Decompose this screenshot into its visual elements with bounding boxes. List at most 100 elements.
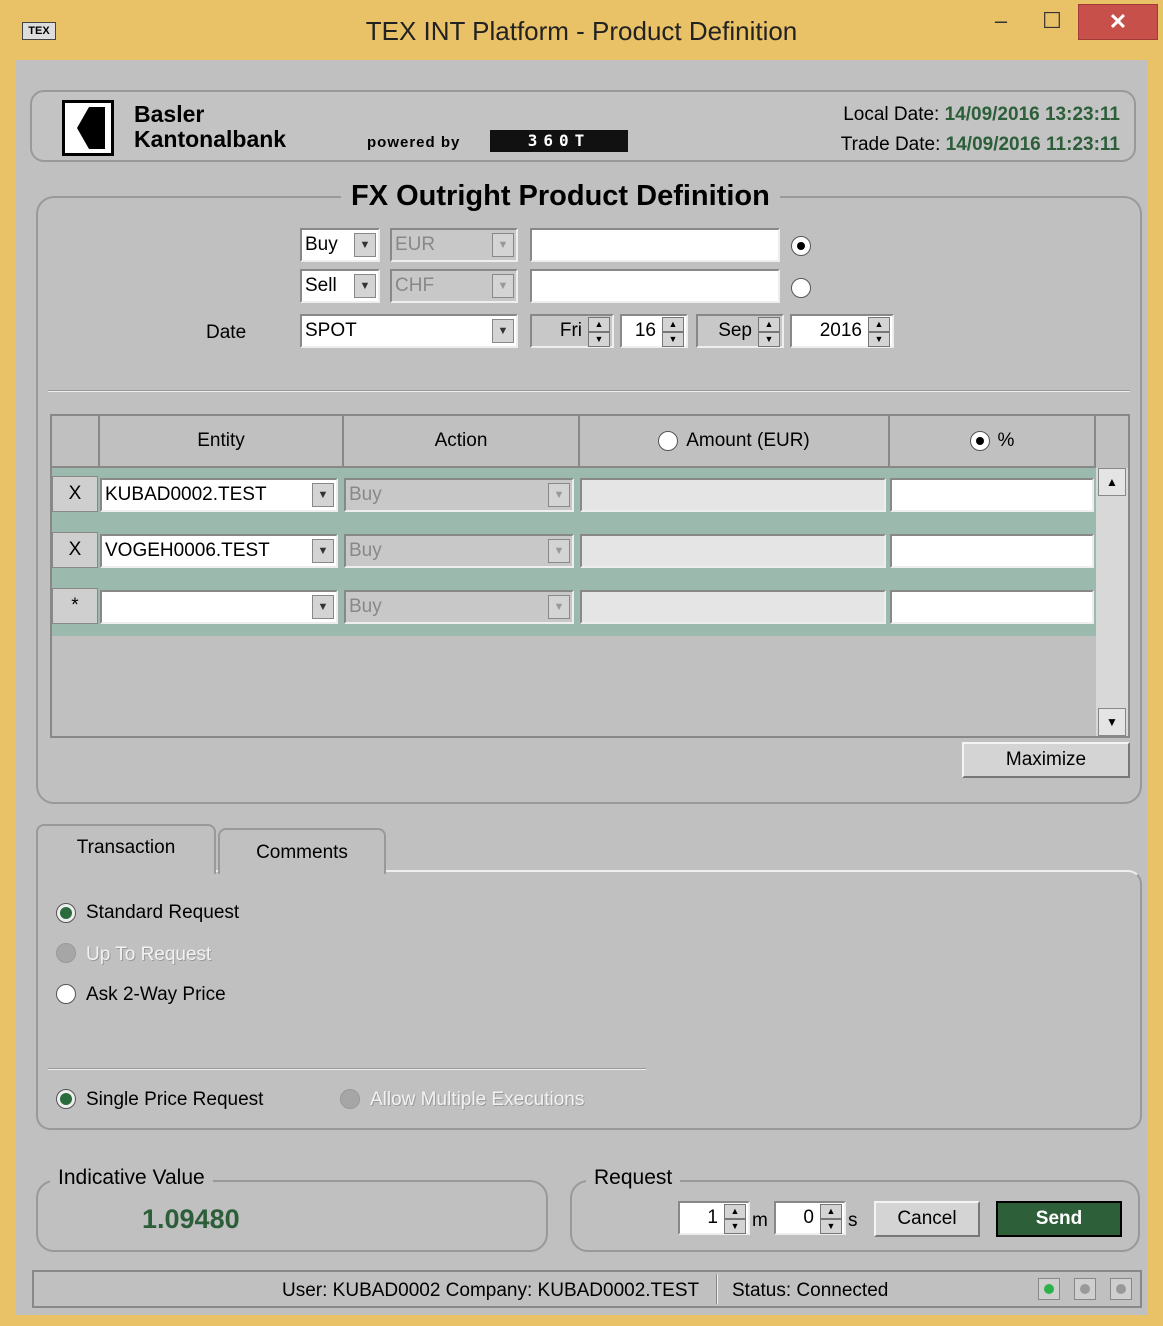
scroll-down-icon[interactable]: ▼ — [1098, 708, 1126, 736]
chevron-down-icon[interactable]: ▼ — [312, 595, 334, 619]
two-way-price-label[interactable]: Ask 2-Way Price — [86, 984, 226, 1006]
percent-input[interactable] — [890, 590, 1094, 624]
day-of-week-value: Fri — [559, 320, 582, 341]
spin-up-icon[interactable]: ▲ — [662, 317, 684, 332]
day-spinner[interactable]: 16 ▲ ▼ — [620, 314, 688, 348]
chevron-down-icon[interactable]: ▼ — [312, 539, 334, 563]
cancel-button[interactable]: Cancel — [874, 1201, 980, 1237]
transaction-divider — [48, 1068, 646, 1070]
send-button[interactable]: Send — [996, 1201, 1122, 1237]
single-price-label[interactable]: Single Price Request — [86, 1089, 263, 1111]
grid-scrollbar[interactable]: ▲ ▼ — [1096, 468, 1128, 736]
bank-logo-icon — [62, 100, 114, 156]
table-row: X KUBAD0002.TEST ▼ Buy ▼ — [52, 468, 1096, 524]
minimize-button[interactable]: – — [978, 4, 1024, 40]
leg2-amount-radio[interactable] — [791, 278, 811, 298]
entity-select[interactable]: VOGEH0006.TEST ▼ — [100, 534, 338, 568]
leg1-currency-select: EUR ▼ — [390, 228, 518, 262]
status-separator — [716, 1274, 718, 1304]
spin-down-icon[interactable]: ▼ — [662, 332, 684, 347]
chevron-down-icon[interactable]: ▼ — [354, 233, 376, 257]
spin-up-icon[interactable]: ▲ — [588, 317, 610, 332]
leg2-amount-input[interactable] — [530, 269, 780, 303]
standard-request-radio[interactable] — [56, 903, 76, 923]
month-spinner[interactable]: Sep ▲ ▼ — [696, 314, 784, 348]
action-select: Buy ▼ — [344, 534, 574, 568]
date-label: Date — [206, 322, 247, 343]
amount-mode-radio[interactable] — [658, 430, 679, 451]
year-spinner[interactable]: 2016 ▲ ▼ — [790, 314, 894, 348]
amount-input — [580, 478, 886, 512]
leg2-currency-value: CHF — [395, 275, 435, 296]
request-label: Request — [586, 1166, 681, 1190]
spin-up-icon[interactable]: ▲ — [868, 317, 890, 332]
request-minutes-spinner[interactable]: 1 ▲ ▼ — [678, 1201, 750, 1235]
day-value: 16 — [634, 320, 656, 341]
new-row-marker: * — [52, 588, 98, 624]
title-bar[interactable]: TEX TEX INT Platform - Product Definitio… — [0, 0, 1163, 60]
spin-up-icon[interactable]: ▲ — [820, 1204, 842, 1219]
spin-up-icon[interactable]: ▲ — [758, 317, 780, 332]
tab-transaction[interactable]: Transaction — [36, 824, 216, 874]
section-divider — [48, 390, 1130, 392]
leg1-side-value: Buy — [305, 234, 338, 255]
spin-down-icon[interactable]: ▼ — [724, 1219, 746, 1234]
bank-name: Basler Kantonalbank — [134, 102, 286, 152]
close-button[interactable]: ✕ — [1078, 4, 1158, 40]
table-row-new: * ▼ Buy ▼ — [52, 580, 1096, 636]
spin-down-icon[interactable]: ▼ — [758, 332, 780, 347]
entity-column-header: Entity — [100, 416, 344, 468]
entity-value: KUBAD0002.TEST — [105, 484, 267, 505]
multiple-executions-checkbox — [340, 1089, 360, 1109]
percent-input[interactable] — [890, 478, 1094, 512]
percent-column-header[interactable]: % — [890, 416, 1096, 468]
trade-date-label: Trade Date: — [840, 134, 941, 155]
spin-down-icon[interactable]: ▼ — [588, 332, 610, 347]
minutes-unit: m — [752, 1210, 768, 1231]
standard-request-label[interactable]: Standard Request — [86, 902, 239, 924]
spin-down-icon[interactable]: ▼ — [820, 1219, 842, 1234]
chevron-down-icon: ▼ — [492, 274, 514, 298]
spin-up-icon[interactable]: ▲ — [724, 1204, 746, 1219]
month-value: Sep — [718, 320, 752, 341]
percent-mode-radio[interactable] — [969, 430, 990, 451]
delete-row-button[interactable]: X — [52, 532, 98, 568]
tab-transaction-label: Transaction — [76, 837, 176, 858]
chevron-down-icon[interactable]: ▼ — [312, 483, 334, 507]
tab-comments[interactable]: Comments — [218, 828, 386, 874]
chevron-down-icon: ▼ — [492, 233, 514, 257]
scroll-up-icon[interactable]: ▲ — [1098, 468, 1126, 496]
status-indicator-icon — [1110, 1278, 1132, 1300]
two-way-price-radio[interactable] — [56, 984, 76, 1004]
day-of-week-spinner[interactable]: Fri ▲ ▼ — [530, 314, 614, 348]
chevron-down-icon: ▼ — [548, 539, 570, 563]
up-to-request-label: Up To Request — [86, 944, 212, 965]
leg2-side-select[interactable]: Sell ▼ — [300, 269, 380, 303]
delete-row-button[interactable]: X — [52, 476, 98, 512]
leg1-amount-input[interactable] — [530, 228, 780, 262]
app-window: TEX TEX INT Platform - Product Definitio… — [0, 0, 1163, 1326]
maximize-window-button[interactable]: ☐ — [1030, 4, 1074, 40]
tenor-value: SPOT — [305, 320, 357, 341]
maximize-button[interactable]: Maximize — [962, 742, 1130, 778]
leg1-side-select[interactable]: Buy ▼ — [300, 228, 380, 262]
percent-input[interactable] — [890, 534, 1094, 568]
single-price-radio[interactable] — [56, 1089, 76, 1109]
leg1-amount-radio[interactable] — [791, 236, 811, 256]
request-seconds-spinner[interactable]: 0 ▲ ▼ — [774, 1201, 846, 1235]
up-to-request-radio — [56, 943, 76, 963]
bank-name-line1: Basler — [134, 101, 205, 127]
chevron-down-icon[interactable]: ▼ — [354, 274, 376, 298]
amount-column-header[interactable]: Amount (EUR) — [580, 416, 890, 468]
chevron-down-icon: ▼ — [548, 483, 570, 507]
indicative-value-label: Indicative Value — [50, 1166, 213, 1190]
powered-by-label: powered by — [367, 134, 461, 151]
spin-down-icon[interactable]: ▼ — [868, 332, 890, 347]
entity-select[interactable]: KUBAD0002.TEST ▼ — [100, 478, 338, 512]
entity-select[interactable]: ▼ — [100, 590, 338, 624]
tenor-select[interactable]: SPOT ▼ — [300, 314, 518, 348]
seconds-unit: s — [848, 1210, 858, 1231]
leg2-side-value: Sell — [305, 275, 337, 296]
product-title: FX Outright Product Definition — [341, 180, 780, 213]
chevron-down-icon[interactable]: ▼ — [492, 319, 514, 343]
